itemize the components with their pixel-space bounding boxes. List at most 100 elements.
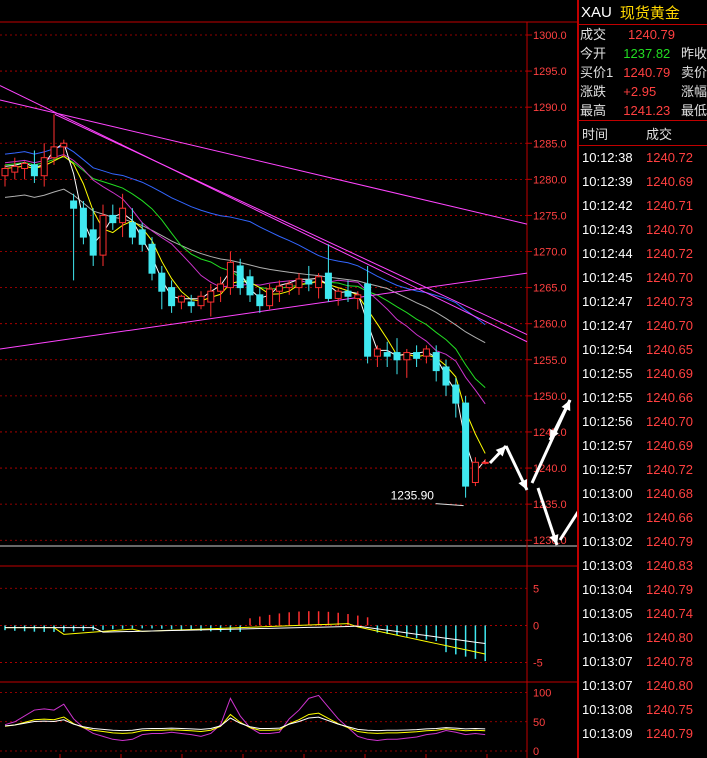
symbol-code: XAU (581, 3, 612, 21)
tick-row[interactable]: 10:12:42 1240.71 (579, 194, 707, 218)
tick-row[interactable]: 10:13:02 1240.79 (579, 530, 707, 554)
chart-area[interactable]: 1300.0 1295.0 1290.0 1285.0 1280.0 1275.0 1270… (0, 0, 577, 758)
quote-panel: XAU 现货黄金 成交 1240.79 今开 1237.82 昨收 买价1 1240.79 卖… (577, 0, 707, 758)
quote-value: 1240.79 (623, 65, 671, 80)
trend-line-upper (0, 99, 528, 225)
tick-row[interactable]: 10:13:00 1240.68 (579, 482, 707, 506)
tick-row[interactable]: 10:12:55 1240.66 (579, 386, 707, 410)
ticks-header: 时间 成交 (579, 120, 707, 146)
tick-price: 1240.78 (646, 654, 693, 669)
low-annotation-leader (435, 503, 464, 507)
candle (256, 294, 264, 307)
tick-price: 1240.79 (646, 726, 693, 741)
quote-value: 1237.82 (623, 46, 671, 61)
ind1-tick-label: 5 (533, 583, 539, 595)
candle (354, 294, 362, 299)
tick-price: 1240.72 (646, 150, 693, 165)
tick-time: 10:12:45 (582, 270, 633, 285)
tick-time: 10:13:00 (582, 486, 633, 501)
tick-row[interactable]: 10:12:54 1240.65 (579, 338, 707, 362)
tick-row[interactable]: 10:12:47 1240.73 (579, 290, 707, 314)
tick-row[interactable]: 10:13:07 1240.78 (579, 650, 707, 674)
tick-row[interactable]: 10:13:03 1240.83 (579, 554, 707, 578)
tick-row[interactable]: 10:13:07 1240.80 (579, 674, 707, 698)
tick-row[interactable]: 10:13:05 1240.74 (579, 602, 707, 626)
y-tick-label: 1290.0 (533, 102, 567, 114)
ma-line-white (4, 142, 486, 474)
kline-chart[interactable]: 1300.0 1295.0 1290.0 1285.0 1280.0 1275.0 1270… (0, 0, 577, 758)
quote-label: 买价1 (580, 65, 614, 80)
tick-row[interactable]: 10:12:57 1240.69 (579, 434, 707, 458)
candle (275, 285, 283, 292)
tick-row[interactable]: 10:13:08 1240.75 (579, 698, 707, 722)
tick-row[interactable]: 10:12:44 1240.72 (579, 242, 707, 266)
tick-price: 1240.72 (646, 462, 693, 477)
kdj-k-line (4, 716, 486, 732)
ma-line-blue (4, 145, 486, 326)
tick-row[interactable]: 10:12:57 1240.72 (579, 458, 707, 482)
quote-label-2: 昨收 (680, 46, 707, 61)
candle (373, 348, 381, 357)
candle (324, 272, 332, 299)
quote-summary: 成交 1240.79 今开 1237.82 昨收 买价1 1240.79 卖价 涨跌 +2.95 涨… (579, 25, 707, 120)
tick-time: 10:12:38 (582, 150, 633, 165)
candle (30, 164, 38, 177)
tick-row[interactable]: 10:12:56 1240.70 (579, 410, 707, 434)
tick-price: 1240.68 (646, 486, 693, 501)
low-annotation: 1235.90 (391, 489, 435, 503)
candle (99, 214, 107, 256)
candle (109, 214, 117, 224)
tick-row[interactable]: 10:12:38 1240.72 (579, 146, 707, 170)
y-tick-label: 1270.0 (533, 247, 567, 259)
tick-row[interactable]: 10:12:43 1240.70 (579, 218, 707, 242)
tick-price: 1240.69 (646, 438, 693, 453)
tick-price: 1240.69 (646, 366, 693, 381)
tick-time: 10:13:04 (582, 582, 633, 597)
candle (11, 165, 19, 173)
candle (393, 352, 401, 361)
tick-price: 1240.71 (646, 198, 693, 213)
ind1-tick-label: -5 (533, 658, 543, 670)
quote-label: 涨跌 (580, 84, 607, 99)
tick-row[interactable]: 10:12:55 1240.69 (579, 362, 707, 386)
candle (207, 290, 215, 303)
tick-row[interactable]: 10:13:09 1240.79 (579, 722, 707, 746)
y-tick-label: 1300.0 (533, 30, 567, 42)
y-tick-label: 1250.0 (533, 391, 567, 403)
tick-row[interactable]: 10:13:04 1240.79 (579, 578, 707, 602)
tick-row[interactable]: 10:12:45 1240.70 (579, 266, 707, 290)
ticks-list[interactable]: 10:12:38 1240.72 10:12:39 1240.69 10:12:42 12… (579, 146, 707, 746)
tick-row[interactable]: 10:13:02 1240.66 (579, 506, 707, 530)
ticks-header-time: 时间 (582, 126, 609, 142)
tick-time: 10:12:47 (582, 294, 633, 309)
y-tick-label: 1265.0 (533, 283, 567, 295)
quote-row: 今开 1237.82 昨收 (579, 44, 707, 63)
ind1-tick-label: 0 (533, 620, 539, 632)
candle (432, 352, 440, 372)
quote-value: 1241.23 (623, 103, 671, 118)
tick-time: 10:13:07 (582, 678, 633, 693)
tick-row[interactable]: 10:13:06 1240.80 (579, 626, 707, 650)
candle (197, 295, 205, 307)
quote-label: 最高 (580, 103, 607, 118)
candle (70, 200, 78, 209)
tick-row[interactable]: 10:12:47 1240.70 (579, 314, 707, 338)
quote-label: 今开 (580, 46, 607, 61)
tick-price: 1240.79 (646, 582, 693, 597)
quote-row: 涨跌 +2.95 涨幅 (579, 82, 707, 101)
candle (442, 366, 450, 386)
tick-row[interactable]: 10:12:39 1240.69 (579, 170, 707, 194)
ind2-tick-label: 50 (533, 717, 545, 729)
quote-value: +2.95 (623, 84, 657, 99)
candle (413, 352, 421, 359)
candle (462, 402, 470, 487)
ticks-header-price: 成交 (646, 126, 673, 142)
tick-time: 10:13:08 (582, 702, 633, 717)
candle (128, 222, 136, 238)
candle (177, 295, 185, 303)
candle (364, 283, 372, 357)
candle (403, 352, 411, 361)
tick-time: 10:12:55 (582, 366, 633, 381)
tick-time: 10:12:55 (582, 390, 633, 405)
candle (236, 265, 244, 289)
